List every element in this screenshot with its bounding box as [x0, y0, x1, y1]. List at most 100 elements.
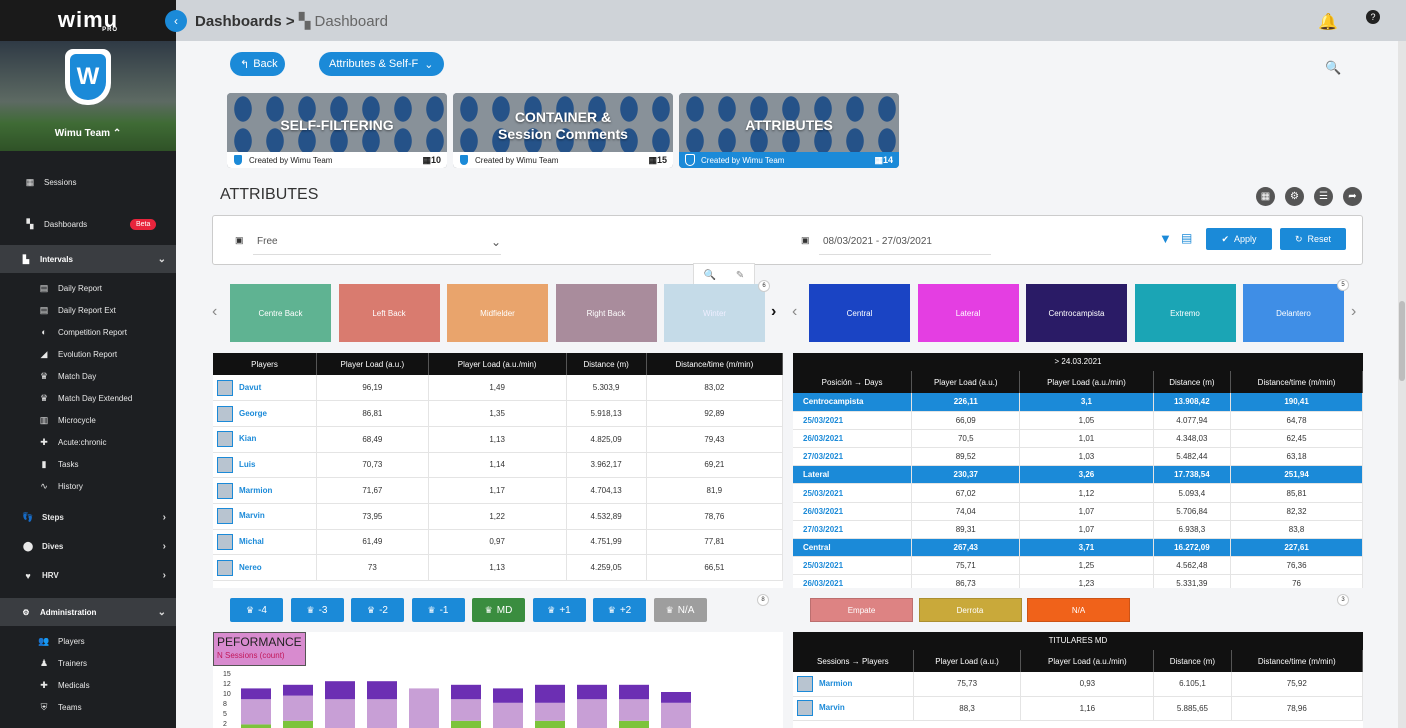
pdf-icon[interactable]: ▤: [1181, 231, 1192, 245]
column-header[interactable]: Distance/time (m/min): [646, 353, 783, 375]
position-tile[interactable]: Winter: [664, 284, 765, 342]
collapse-sidebar-button[interactable]: ‹: [165, 9, 187, 32]
table-row[interactable]: 25/03/2021 66,09 1,05 4.077,94 64,78: [793, 411, 1363, 430]
bar-segment[interactable]: [451, 699, 481, 721]
table-row[interactable]: Michal 61,49 0,97 4.751,99 77,81: [213, 529, 783, 556]
column-header[interactable]: Distance/time (m/min): [1231, 650, 1363, 672]
sidebar-item-sessions[interactable]: ▦ Sessions: [0, 161, 176, 203]
position-tile[interactable]: Left Back: [338, 284, 440, 342]
bar-segment[interactable]: [493, 702, 523, 728]
table-row[interactable]: Davut 96,19 1,49 5.303,9 83,02: [213, 375, 783, 402]
bar-segment[interactable]: [619, 684, 649, 700]
column-header[interactable]: Sessions → Players: [793, 650, 914, 672]
dashboard-card-attributes[interactable]: ATTRIBUTES Created by Wimu Team ▦14: [679, 93, 899, 168]
team-banner[interactable]: W Wimu Team ⌃: [0, 41, 176, 151]
bar-segment[interactable]: [241, 699, 271, 725]
search-icon[interactable]: 🔍: [1325, 60, 1341, 76]
group-row[interactable]: Central 267,43 3,71 16.272,09 227,61: [793, 538, 1363, 558]
column-header[interactable]: Player Load (a.u.): [911, 371, 1021, 393]
edit-icon[interactable]: ✎: [736, 270, 744, 281]
bar-segment[interactable]: [661, 692, 691, 703]
sidebar-item-acute-chronic[interactable]: ✚ Acute:chronic: [0, 431, 176, 453]
player-name-cell[interactable]: Marmion: [793, 672, 914, 697]
column-header[interactable]: Player Load (a.u./min): [1019, 371, 1154, 393]
dashboard-card-self-filtering[interactable]: SELF-FILTERING Created by Wimu Team ▦10: [227, 93, 447, 168]
search-icon[interactable]: 🔍: [704, 270, 716, 281]
sidebar-item-dashboards[interactable]: ▚ Dashboards Beta: [0, 203, 176, 245]
column-header[interactable]: Distance/time (m/min): [1230, 371, 1363, 393]
player-name-cell[interactable]: Marvin: [213, 503, 317, 530]
md-filter-button[interactable]: ♛ +1: [532, 598, 586, 622]
bar-segment[interactable]: [367, 681, 397, 700]
md-filter-button[interactable]: ♛ -1: [411, 598, 465, 622]
bar-segment[interactable]: [283, 720, 313, 728]
table-row[interactable]: Marmion 75,73 0,93 6.105,1 75,92: [793, 672, 1363, 697]
table-row[interactable]: Marvin 73,95 1,22 4.532,89 78,76: [213, 503, 783, 530]
player-name-cell[interactable]: Michal: [213, 529, 317, 556]
bar-segment[interactable]: [409, 688, 439, 728]
sidebar-item-competition-report[interactable]: ◐ Competition Report: [0, 321, 176, 343]
result-filter-button[interactable]: Derrota: [918, 598, 1022, 622]
bar-segment[interactable]: [535, 702, 565, 721]
filter-icon[interactable]: ▼: [1159, 231, 1172, 246]
table-row[interactable]: Marvin 88,3 1,16 5.885,65 78,96: [793, 696, 1363, 721]
sidebar-item-players[interactable]: 👥 Players: [0, 630, 176, 652]
sidebar-item-teams[interactable]: ⛨ Teams: [0, 696, 176, 718]
apply-button[interactable]: ✔ Apply: [1206, 228, 1272, 250]
breadcrumb-root[interactable]: Dashboards: [195, 13, 282, 30]
table-row[interactable]: George 86,81 1,35 5.918,13 92,89: [213, 400, 783, 427]
column-header[interactable]: Players: [213, 353, 317, 375]
bar-segment[interactable]: [577, 699, 607, 728]
bar-segment[interactable]: [283, 695, 313, 721]
column-header[interactable]: Distance (m): [1153, 371, 1232, 393]
bar-segment[interactable]: [367, 699, 397, 728]
table-row[interactable]: 26/03/2021 86,73 1,23 5.331,39 76: [793, 574, 1363, 588]
help-icon[interactable]: ?: [1366, 10, 1380, 24]
player-name-cell[interactable]: Davut: [213, 375, 317, 402]
result-filter-button[interactable]: N/A: [1027, 598, 1130, 622]
bar-segment[interactable]: [619, 699, 649, 721]
md-filter-button[interactable]: ♛ -4: [230, 598, 283, 622]
player-name-cell[interactable]: Marmion: [213, 477, 317, 504]
bar-segment[interactable]: [535, 684, 565, 703]
bar-segment[interactable]: [241, 724, 271, 728]
prev-arrow-icon[interactable]: ‹: [212, 303, 217, 321]
player-name-cell[interactable]: Kian: [213, 426, 317, 453]
group-row[interactable]: Lateral 230,37 3,26 17.738,54 251,94: [793, 465, 1363, 485]
bell-icon[interactable]: 🔔: [1318, 12, 1338, 32]
back-button[interactable]: ↰ Back: [230, 52, 285, 76]
position-tile[interactable]: Centre Back: [230, 284, 331, 342]
app-logo[interactable]: wimu PRO: [0, 0, 176, 41]
table-row[interactable]: 27/03/2021 89,52 1,03 5.482,44 63,18: [793, 447, 1363, 467]
sidebar-item-tasks[interactable]: ▮ Tasks: [0, 453, 176, 475]
column-header[interactable]: Player Load (a.u.): [316, 353, 429, 375]
date-range-input[interactable]: 08/03/2021 - 27/03/2021: [819, 229, 991, 255]
column-header[interactable]: Player Load (a.u./min): [1020, 650, 1155, 672]
table-row[interactable]: Kian 68,49 1,13 4.825,09 79,43: [213, 426, 783, 453]
position-tile[interactable]: Delantero: [1243, 284, 1344, 342]
next-arrow-icon[interactable]: ›: [1351, 303, 1356, 321]
team-name[interactable]: Wimu Team ⌃: [55, 128, 121, 139]
result-filter-button[interactable]: Empate: [810, 598, 913, 622]
bar-segment[interactable]: [661, 702, 691, 728]
sidebar-section-hrv[interactable]: ♥ HRV ›: [0, 561, 176, 590]
share-icon[interactable]: ➦: [1343, 187, 1362, 206]
period-select[interactable]: Free ⌄: [253, 229, 501, 255]
md-filter-button[interactable]: ♛ MD: [472, 598, 525, 622]
sidebar-section-steps[interactable]: 👣 Steps ›: [0, 503, 176, 532]
scroll-thumb[interactable]: [1399, 301, 1405, 381]
sidebar-item-match-day[interactable]: ♛ Match Day: [0, 365, 176, 387]
bar-segment[interactable]: [451, 720, 481, 728]
bar-segment[interactable]: [325, 681, 355, 700]
player-name-cell[interactable]: Luis: [213, 452, 317, 479]
bar-segment[interactable]: [451, 684, 481, 700]
sidebar-section-administration[interactable]: ⚙ Administration ⌄: [0, 598, 176, 626]
sidebar-item-history[interactable]: ∿ History: [0, 475, 176, 497]
position-tile[interactable]: Midfielder: [447, 284, 548, 342]
table-row[interactable]: Luis 70,73 1,14 3.962,17 69,21: [213, 452, 783, 479]
column-header[interactable]: Posición → Days: [793, 371, 913, 393]
group-row[interactable]: Centrocampista 226,11 3,1 13.908,42 190,41: [793, 393, 1363, 412]
settings-icon[interactable]: ⚙: [1285, 187, 1304, 206]
table-row[interactable]: 26/03/2021 70,5 1,01 4.348,03 62,45: [793, 429, 1363, 449]
position-tile[interactable]: Central: [809, 284, 910, 342]
